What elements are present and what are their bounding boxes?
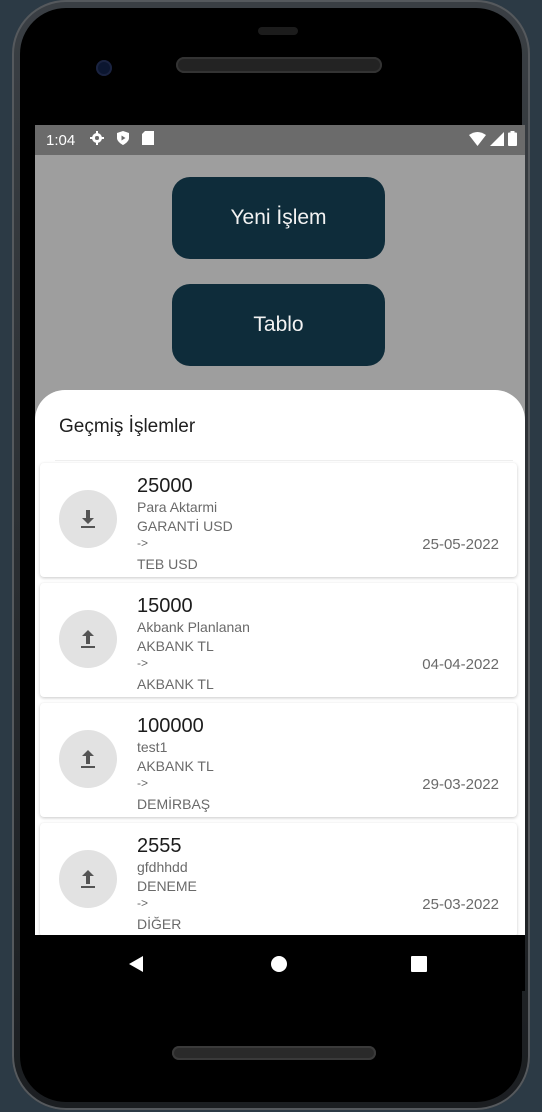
table-button[interactable]: Tablo — [172, 284, 385, 366]
back-icon[interactable] — [127, 955, 145, 973]
status-time: 1:04 — [46, 132, 76, 149]
new-transaction-button[interactable]: Yeni İşlem — [172, 177, 385, 259]
bottom-speaker — [172, 1046, 376, 1060]
home-icon[interactable] — [270, 955, 288, 973]
status-system-icons — [469, 131, 517, 146]
transaction-source-account: AKBANK TL — [137, 638, 214, 654]
transaction-arrow: -> — [137, 896, 149, 910]
status-bar: 1:04 — [35, 125, 525, 155]
sd-card-icon — [142, 131, 154, 145]
shield-play-icon — [117, 131, 129, 145]
transaction-date: 29-03-2022 — [422, 776, 499, 793]
upload-icon — [59, 850, 117, 908]
download-icon — [59, 490, 117, 548]
transaction-amount: 2555 — [137, 835, 182, 857]
transaction-card[interactable]: 100000 test1 AKBANK TL -> DEMİRBAŞ 29-03… — [40, 703, 517, 817]
transaction-target-account: DİĞER — [137, 916, 182, 932]
transaction-amount: 15000 — [137, 595, 193, 617]
transaction-arrow: -> — [137, 536, 149, 550]
transaction-card[interactable]: 15000 Akbank Planlanan AKBANK TL -> AKBA… — [40, 583, 517, 697]
transaction-amount: 25000 — [137, 475, 193, 497]
battery-icon — [508, 131, 517, 146]
app-screen: 1:04 Yeni İşlem Tablo Geçmiş İşlemler 25… — [35, 125, 525, 935]
transaction-history-sheet: Geçmiş İşlemler 25000 Para Aktarmi GARAN… — [35, 390, 525, 935]
transaction-description: test1 — [137, 739, 168, 755]
transaction-description: Akbank Planlanan — [137, 619, 250, 635]
wifi-icon — [469, 131, 486, 146]
transaction-target-account: TEB USD — [137, 556, 198, 572]
transaction-source-account: GARANTİ USD — [137, 518, 233, 534]
sheet-title: Geçmiş İşlemler — [59, 416, 196, 437]
upload-icon — [59, 610, 117, 668]
transaction-date: 25-03-2022 — [422, 896, 499, 913]
transaction-card[interactable]: 25000 Para Aktarmi GARANTİ USD -> TEB US… — [40, 463, 517, 577]
transaction-arrow: -> — [137, 656, 149, 670]
transaction-source-account: AKBANK TL — [137, 758, 214, 774]
sheet-divider — [55, 460, 513, 461]
transaction-amount: 100000 — [137, 715, 204, 737]
top-speaker — [176, 57, 382, 73]
status-notification-icons — [89, 130, 155, 146]
upload-icon — [59, 730, 117, 788]
transaction-target-account: AKBANK TL — [137, 676, 214, 692]
transaction-description: gfdhhdd — [137, 859, 188, 875]
signal-icon — [490, 131, 504, 146]
android-navigation-bar — [35, 935, 525, 991]
front-camera — [96, 60, 112, 76]
transaction-card[interactable]: 2555 gfdhhdd DENEME -> DİĞER 25-03-2022 — [40, 823, 517, 935]
transaction-source-account: DENEME — [137, 878, 197, 894]
settings-icon — [90, 131, 104, 145]
transaction-arrow: -> — [137, 776, 149, 790]
transaction-date: 04-04-2022 — [422, 656, 499, 673]
earpiece-notch — [258, 27, 298, 35]
transaction-target-account: DEMİRBAŞ — [137, 796, 211, 812]
transaction-date: 25-05-2022 — [422, 536, 499, 553]
recents-icon[interactable] — [410, 955, 428, 973]
transaction-description: Para Aktarmi — [137, 499, 218, 515]
